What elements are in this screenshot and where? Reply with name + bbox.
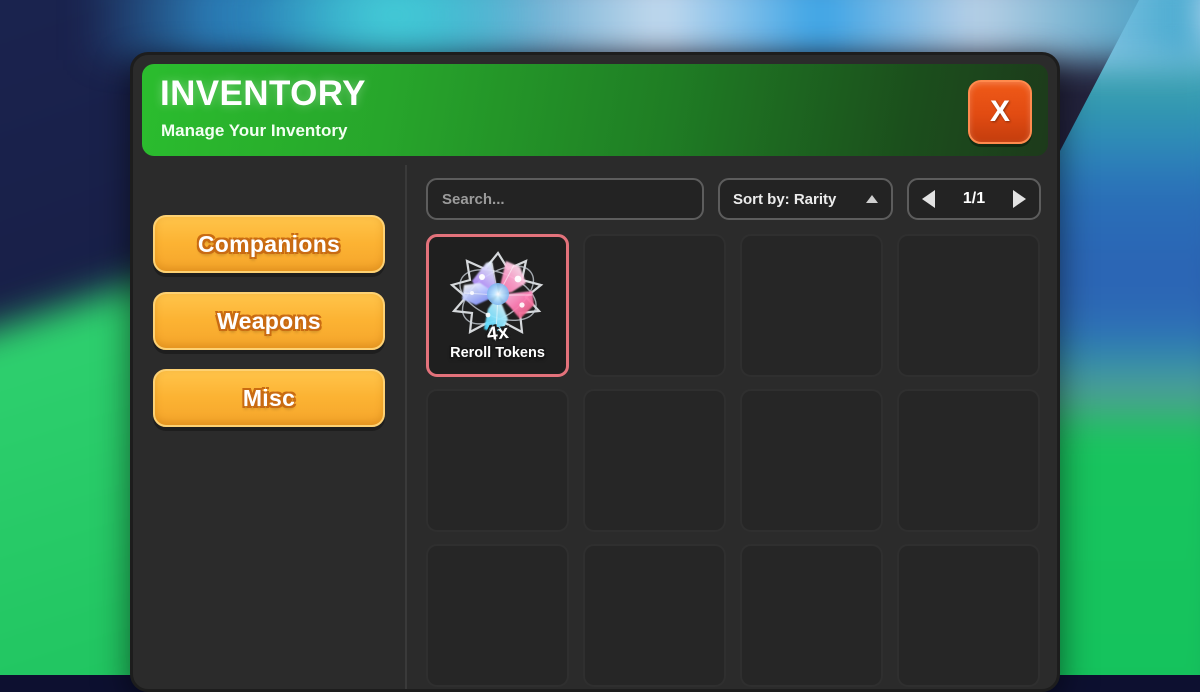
inventory-slot-empty[interactable] [740, 389, 883, 532]
inventory-slot-empty[interactable] [740, 544, 883, 687]
triangle-right-icon[interactable] [1013, 190, 1026, 208]
item-name: Reroll Tokens [450, 345, 545, 361]
inventory-slot-empty[interactable] [583, 234, 726, 377]
inventory-slot-empty[interactable] [897, 544, 1040, 687]
pagination-control: 1/1 [907, 178, 1041, 220]
page-subtitle: Manage Your Inventory [161, 121, 347, 141]
inventory-grid: 4x Reroll Tokens [426, 234, 1041, 689]
inventory-slot-empty[interactable] [897, 389, 1040, 532]
page-title: INVENTORY [160, 76, 366, 111]
search-input[interactable] [442, 191, 688, 208]
inventory-slot-empty[interactable] [426, 544, 569, 687]
sidebar-item-label: Weapons [217, 308, 321, 335]
close-icon: X [990, 95, 1010, 129]
category-sidebar: Companions Weapons Misc [133, 165, 407, 689]
item-quantity: 4x [485, 322, 510, 347]
search-box[interactable] [426, 178, 704, 220]
page-indicator: 1/1 [963, 190, 985, 208]
inventory-slot-empty[interactable] [583, 389, 726, 532]
inventory-toolbar: Sort by: Rarity 1/1 [426, 178, 1041, 220]
panel-header: INVENTORY Manage Your Inventory X [142, 64, 1048, 156]
inventory-main: Sort by: Rarity 1/1 [407, 165, 1057, 689]
close-button[interactable]: X [968, 80, 1032, 144]
sidebar-item-misc[interactable]: Misc [153, 369, 385, 427]
inventory-panel: INVENTORY Manage Your Inventory X Compan… [130, 52, 1060, 692]
sidebar-item-companions[interactable]: Companions [153, 215, 385, 273]
triangle-left-icon[interactable] [922, 190, 935, 208]
triangle-up-icon[interactable] [866, 195, 878, 203]
iridescent-flower-token-icon: 4x [446, 247, 550, 343]
inventory-slot-item[interactable]: 4x Reroll Tokens [426, 234, 569, 377]
sort-label: Sort by: Rarity [733, 191, 836, 208]
sidebar-item-label: Misc [243, 385, 295, 412]
inventory-slot-empty[interactable] [426, 389, 569, 532]
inventory-slot-empty[interactable] [897, 234, 1040, 377]
sidebar-item-label: Companions [198, 231, 340, 258]
sidebar-item-weapons[interactable]: Weapons [153, 292, 385, 350]
inventory-slot-empty[interactable] [583, 544, 726, 687]
sort-dropdown[interactable]: Sort by: Rarity [718, 178, 893, 220]
inventory-slot-empty[interactable] [740, 234, 883, 377]
panel-body: Companions Weapons Misc Sort by: Rarity [133, 165, 1057, 689]
